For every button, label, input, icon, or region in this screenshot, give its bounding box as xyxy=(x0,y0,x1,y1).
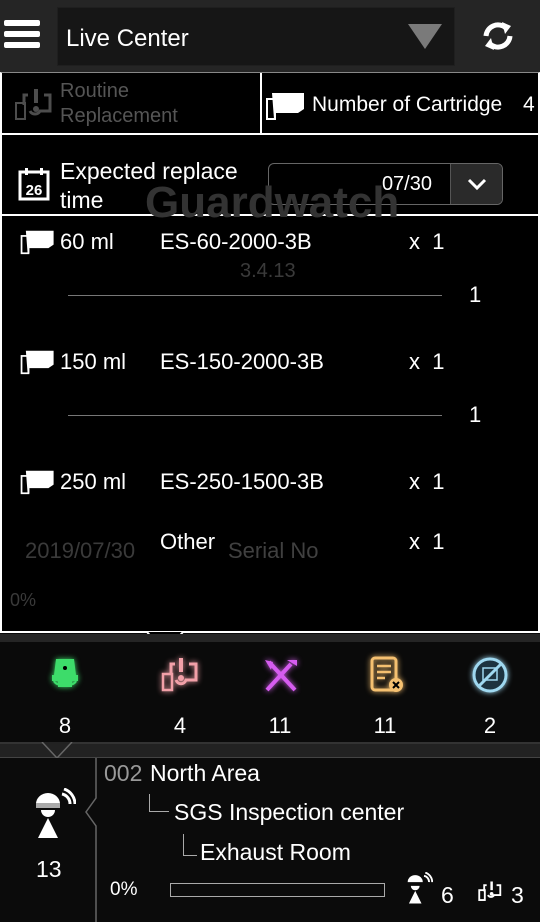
tools-icon xyxy=(265,660,297,692)
cartridge-popup: Routine Replacement Number of Cartridge … xyxy=(0,72,540,633)
cartridge-item: 250 ml ES-250-1500-3B x 1 xyxy=(2,463,538,503)
cartridge-quantity: x 1 xyxy=(409,529,445,554)
status-count: 4 xyxy=(173,713,187,738)
cartridge-subtotal: 1 xyxy=(469,402,482,427)
cartridge-icon xyxy=(266,93,304,120)
document-error-icon xyxy=(370,656,403,692)
routine-replacement-icon xyxy=(161,658,198,692)
cartridge-item: 60 ml ES-60-2000-3B x 1 xyxy=(2,223,538,263)
divider-notch xyxy=(85,758,97,922)
section-separator xyxy=(0,742,540,760)
status-count: 2 xyxy=(483,713,497,738)
divider xyxy=(2,214,538,216)
divider xyxy=(260,73,262,135)
expected-date-select[interactable]: 07/30 xyxy=(268,163,503,205)
area-name: North Area xyxy=(150,760,260,786)
cartridge-icon xyxy=(20,230,54,255)
worker-count: 6 xyxy=(441,882,454,908)
view-dropdown-label: Live Center xyxy=(66,25,189,52)
room-name: Exhaust Room xyxy=(200,839,351,865)
progress-bar xyxy=(170,883,385,897)
status-count: 11 xyxy=(268,713,292,738)
cartridge-quantity: x 1 xyxy=(409,469,445,494)
expected-replace-label: Expected replace time xyxy=(60,158,238,213)
status-count: 8 xyxy=(58,713,72,738)
person-count: 13 xyxy=(36,856,62,882)
location-panel[interactable]: 13 002 North Area SGS Inspection center … xyxy=(0,758,540,922)
cartridge-quantity: x 1 xyxy=(409,229,445,254)
status-count-document-error[interactable]: 11 xyxy=(345,656,425,739)
cartridge-subtotal: 1 xyxy=(469,282,482,307)
expected-date-value: 07/30 xyxy=(381,173,432,195)
cartridge-quantity: x 1 xyxy=(409,349,445,374)
cartridge-size: 60 ml xyxy=(60,229,114,254)
tree-connector xyxy=(183,834,197,856)
status-count-sensor[interactable]: 8 xyxy=(25,656,105,739)
area-code: 002 xyxy=(104,760,143,786)
replace-count: 3 xyxy=(511,882,524,908)
chevron-down-icon xyxy=(467,178,487,191)
calendar-icon: 26 xyxy=(18,168,50,201)
cartridge-size: 150 ml xyxy=(60,349,127,374)
cartridge-icon xyxy=(20,470,54,495)
worker-icon xyxy=(407,872,433,904)
cartridge-model: ES-250-1500-3B xyxy=(160,469,324,494)
top-bar: Live Center xyxy=(0,0,540,72)
svg-text:26: 26 xyxy=(26,182,43,199)
status-count-offline[interactable]: 2 xyxy=(450,656,530,739)
cartridge-item: Other x 1 xyxy=(2,523,538,563)
divider xyxy=(68,415,442,416)
cartridge-model: Other xyxy=(160,529,216,554)
hamburger-icon[interactable] xyxy=(4,20,40,52)
refresh-icon[interactable] xyxy=(478,18,518,54)
cartridge-model: ES-60-2000-3B xyxy=(160,229,312,254)
worker-icon xyxy=(36,788,76,838)
popup-header-row: Routine Replacement Number of Cartridge … xyxy=(2,73,538,135)
offline-icon xyxy=(472,657,508,693)
cartridge-icon xyxy=(20,350,54,375)
view-dropdown[interactable]: Live Center xyxy=(57,7,455,66)
cartridge-item: 150 ml ES-150-2000-3B x 1 xyxy=(2,343,538,383)
routine-replacement-icon xyxy=(15,89,52,120)
cartridge-count: 4 xyxy=(523,93,535,116)
triangle-down-icon xyxy=(408,24,442,49)
divider xyxy=(68,295,442,296)
expected-date-dropdown-button[interactable] xyxy=(450,164,502,204)
center-name: SGS Inspection center xyxy=(174,799,405,825)
routine-replacement-label[interactable]: Routine Replacement xyxy=(60,79,250,129)
progress-text: 0% xyxy=(110,879,138,900)
status-count-tools[interactable]: 11 xyxy=(240,656,320,739)
sensor-icon xyxy=(52,659,78,687)
status-count-routine-replacement[interactable]: 4 xyxy=(140,656,220,739)
cartridge-size: 250 ml xyxy=(60,469,127,494)
status-count: 11 xyxy=(373,713,397,738)
cartridge-model: ES-150-2000-3B xyxy=(160,349,324,374)
cartridge-count-label: Number of Cartridge xyxy=(312,93,503,116)
tree-connector xyxy=(149,794,169,812)
status-summary-bar: 8 4 11 11 2 xyxy=(0,634,540,742)
routine-replacement-icon xyxy=(478,881,502,901)
